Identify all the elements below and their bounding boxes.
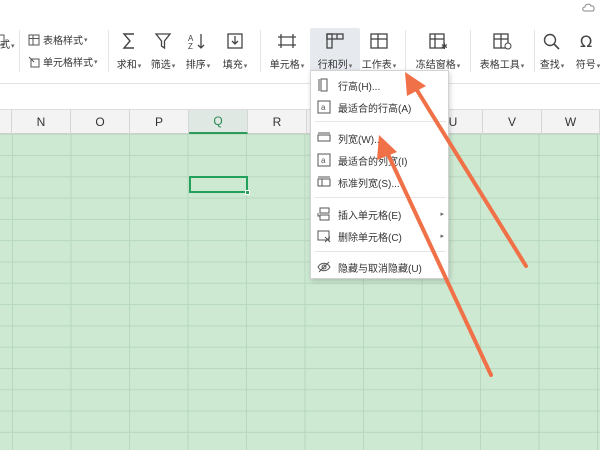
eye-hidden-icon: [316, 259, 332, 275]
table-tools-icon: [491, 30, 513, 52]
find-label: 查找: [539, 60, 560, 71]
column-width-icon: [316, 130, 332, 146]
best-column-width-icon: a: [316, 152, 332, 168]
menu-item-label: 最适合的列宽(I): [338, 156, 408, 168]
chevron-down-icon: ▾: [11, 43, 15, 50]
fill-down-icon: [224, 30, 246, 52]
row-column-dropdown-menu: 行高(H)... a 最适合的行高(A) 列宽(W)... a 最适合的列宽(I…: [310, 70, 449, 279]
formula-bar[interactable]: [0, 84, 600, 110]
svg-text:Ω: Ω: [580, 32, 592, 50]
sum-label: 求和: [116, 60, 137, 71]
svg-text:a: a: [321, 103, 326, 112]
svg-text:✱: ✱: [441, 42, 448, 50]
insert-cell-icon: [316, 206, 332, 222]
chevron-down-icon: ▾: [348, 63, 353, 70]
cell-style-label: 单元格样式: [43, 58, 93, 69]
sort-icon: AZ: [187, 30, 209, 52]
table-style-button[interactable]: 表格样式 ▾: [28, 32, 88, 47]
fill-handle[interactable]: [245, 190, 250, 195]
menu-item-hide-unhide[interactable]: 隐藏与取消隐藏(U): [311, 256, 450, 278]
table-tools-button[interactable]: 表格工具▾: [474, 30, 530, 71]
delete-cell-icon: [316, 228, 332, 244]
worksheet-icon: [368, 30, 390, 52]
menu-item-label: 插入单元格(E): [338, 210, 402, 222]
chevron-down-icon: ▾: [243, 63, 248, 70]
row-column-button[interactable]: 行和列▾: [310, 28, 360, 72]
menu-item-label: 列宽(W)...: [338, 134, 383, 146]
ribbon-separator: [405, 30, 406, 72]
freeze-panes-icon: ✱: [427, 30, 449, 52]
menu-item-label: 删除单元格(C): [338, 232, 402, 244]
standard-column-width-icon: [316, 174, 332, 190]
symbol-label: 符号: [575, 60, 596, 71]
cell-button[interactable]: 单元格▾: [262, 30, 312, 71]
omega-icon: Ω: [577, 30, 599, 52]
column-header[interactable]: R: [248, 110, 307, 134]
sort-label: 排序: [185, 60, 206, 71]
sigma-icon: [118, 30, 140, 52]
svg-text:Z: Z: [188, 42, 193, 50]
menu-item-label: 行高(H)...: [338, 81, 381, 93]
search-icon: [541, 30, 563, 52]
cell-label: 单元格: [269, 60, 300, 71]
cell-icon: [276, 30, 298, 52]
chevron-right-icon: ▸: [440, 211, 444, 218]
symbol-button[interactable]: Ω 符号▾: [568, 30, 600, 71]
chevron-right-icon: ▸: [440, 233, 444, 240]
menu-item-label: 标准列宽(S)...: [338, 178, 400, 190]
cell-style-button[interactable]: 单元格样式 ▾: [28, 54, 98, 69]
grid-partial-icon: [0, 34, 5, 46]
funnel-icon: [152, 30, 174, 52]
selected-cell[interactable]: [189, 176, 248, 193]
chevron-down-icon: ▾: [520, 63, 525, 70]
menu-item-delete-cell[interactable]: 删除单元格(C) ▸: [311, 225, 450, 247]
row-column-icon: [324, 30, 346, 52]
column-header[interactable]: P: [130, 110, 189, 134]
chevron-down-icon: ▾: [300, 63, 305, 70]
menu-item-column-width[interactable]: 列宽(W)...: [311, 127, 450, 149]
chevron-down-icon: ▾: [84, 36, 88, 44]
table-style-icon: [28, 34, 40, 45]
column-header[interactable]: O: [71, 110, 130, 134]
filter-label: 筛选: [150, 60, 171, 71]
column-header[interactable]: W: [542, 110, 600, 134]
ribbon-separator: [470, 30, 471, 72]
menu-item-label: 最适合的行高(A): [338, 103, 412, 115]
column-header[interactable]: N: [12, 110, 71, 134]
fill-label: 填充: [222, 60, 243, 71]
table-tools-label: 表格工具: [479, 60, 520, 71]
chevron-down-icon: ▾: [560, 63, 565, 70]
chevron-down-icon: ▾: [392, 63, 397, 70]
table-style-label: 表格样式: [43, 36, 83, 47]
menu-item-standard-column-width[interactable]: 标准列宽(S)...: [311, 171, 450, 193]
column-header-selected[interactable]: Q: [189, 110, 248, 134]
column-header[interactable]: V: [483, 110, 542, 134]
menu-item-best-column-width[interactable]: a 最适合的列宽(I): [311, 149, 450, 171]
menu-divider: [315, 121, 446, 122]
menu-divider: [315, 251, 446, 252]
column-header-partial[interactable]: [0, 110, 12, 134]
cloud-icon[interactable]: [582, 2, 596, 12]
menu-item-label: 隐藏与取消隐藏(U): [338, 263, 422, 275]
ribbon-separator: [260, 30, 261, 72]
worksheet-button[interactable]: 工作表▾: [354, 30, 404, 71]
best-row-height-icon: a: [316, 99, 332, 115]
menu-item-best-row-height[interactable]: a 最适合的行高(A): [311, 96, 450, 118]
column-header-row: N O P Q R S T U V W: [0, 110, 600, 134]
menu-item-insert-cell[interactable]: 插入单元格(E) ▸: [311, 203, 450, 225]
ribbon-separator: [19, 30, 20, 72]
freeze-panes-button[interactable]: ✱ 冻结窗格▾: [410, 30, 466, 71]
row-height-icon: [316, 77, 332, 93]
fill-button[interactable]: 填充▾: [210, 30, 260, 71]
cell-style-icon: [28, 56, 40, 67]
ribbon-toolbar: 式▾ 表格样式 ▾ 单元格样式 ▾ 求和▾ 筛选▾ AZ 排序▾ 填充▾ 单元格▾ …: [0, 0, 600, 84]
spreadsheet-grid[interactable]: [0, 134, 600, 450]
chevron-down-icon: ▾: [94, 58, 98, 66]
menu-divider: [315, 197, 446, 198]
menu-item-row-height[interactable]: 行高(H)...: [311, 74, 450, 96]
chevron-down-icon: ▾: [456, 63, 461, 70]
svg-text:a: a: [321, 156, 326, 165]
